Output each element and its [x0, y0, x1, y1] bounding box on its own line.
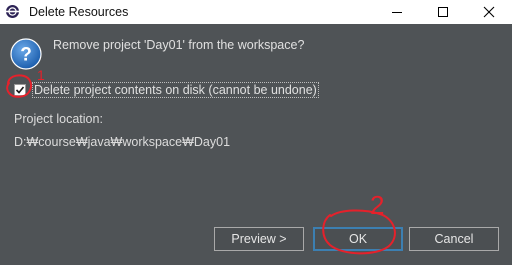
minimize-button[interactable] [374, 0, 420, 24]
confirmation-message: Remove project 'Day01' from the workspac… [53, 38, 305, 52]
title-bar: Delete Resources [0, 0, 512, 24]
project-location-path: D:₩course₩java₩workspace₩Day01 [14, 135, 231, 149]
maximize-button[interactable] [420, 0, 466, 24]
svg-text:?: ? [20, 45, 32, 66]
close-icon [483, 6, 495, 18]
window-title: Delete Resources [29, 5, 129, 19]
project-location-label: Project location: [14, 112, 103, 126]
preview-button[interactable]: Preview > [214, 227, 304, 251]
delete-contents-option[interactable]: Delete project contents on disk (cannot … [14, 82, 319, 98]
preview-button-label: Preview > [231, 232, 287, 246]
delete-contents-label[interactable]: Delete project contents on disk (cannot … [32, 82, 319, 98]
dialog-body: ? Remove project 'Day01' from the worksp… [0, 24, 512, 265]
delete-contents-checkbox[interactable] [14, 84, 26, 96]
checkmark-icon [15, 86, 25, 94]
question-icon: ? [10, 38, 42, 70]
ok-button[interactable]: OK [313, 227, 403, 251]
maximize-icon [438, 7, 448, 17]
cancel-button[interactable]: Cancel [409, 227, 499, 251]
ok-button-label: OK [348, 232, 368, 246]
cancel-button-label: Cancel [434, 232, 474, 246]
close-button[interactable] [466, 0, 512, 24]
minimize-icon [392, 12, 402, 13]
eclipse-icon [5, 4, 20, 19]
